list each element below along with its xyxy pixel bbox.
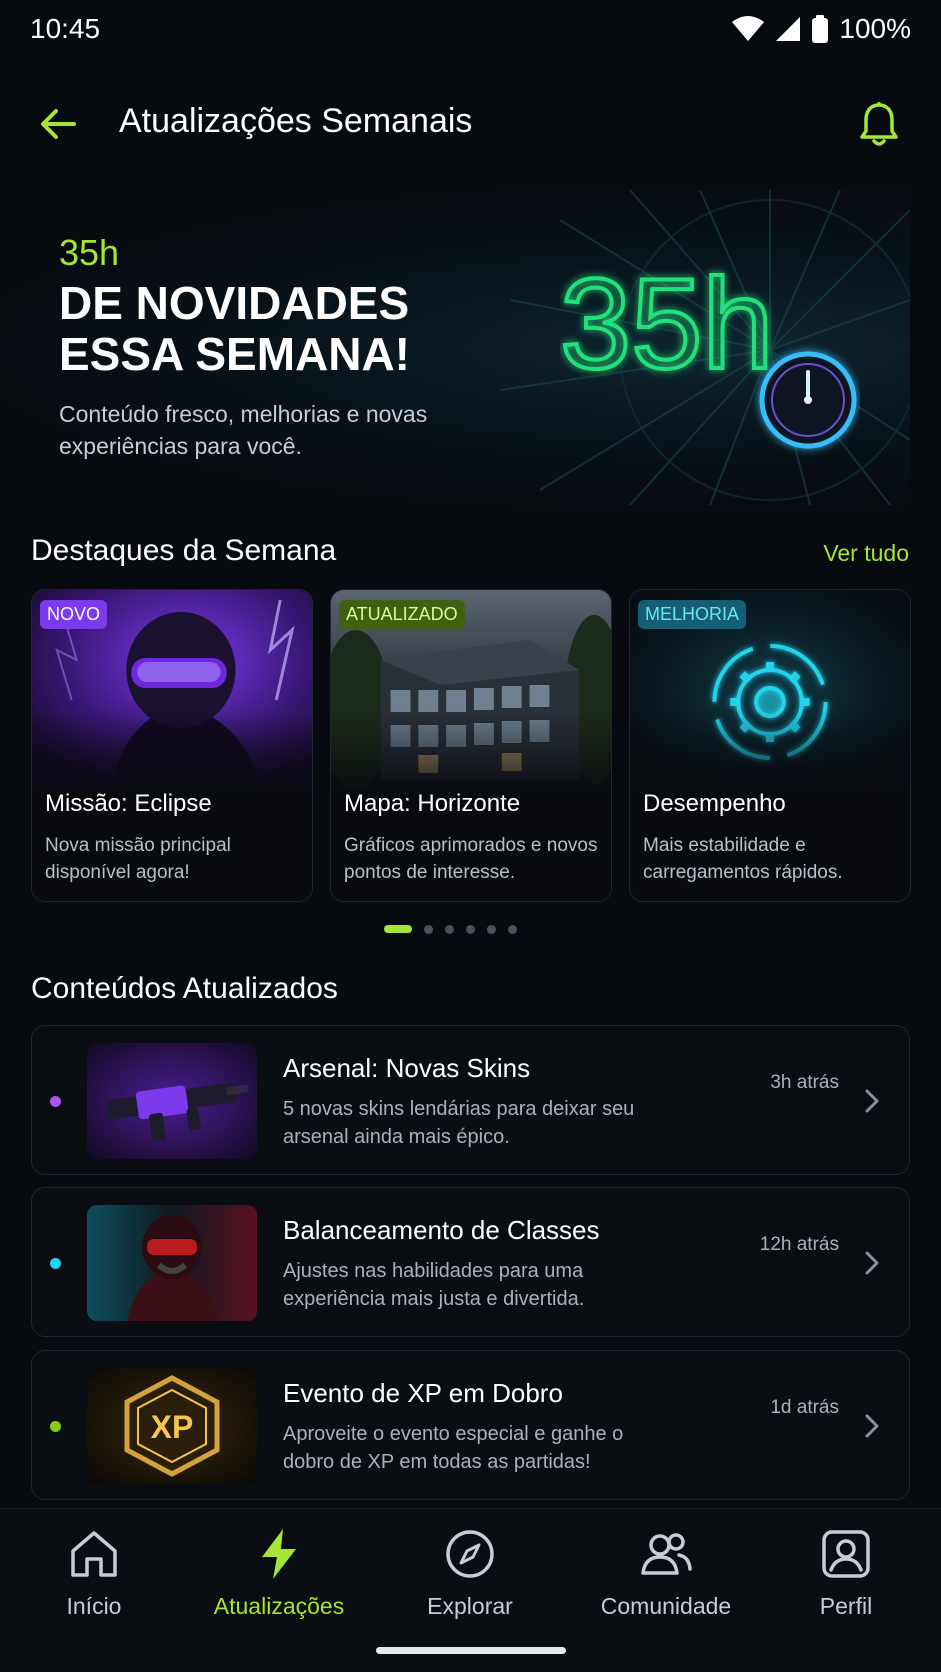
item-description: Aproveite o evento especial e ganhe o do… (283, 1423, 624, 1473)
badge-new: NOVO (40, 600, 108, 629)
app-header: Atualizações Semanais (0, 82, 941, 166)
signal-icon (776, 17, 801, 41)
highlights-carousel: NOVO Missão: Eclipse Nova missão princip… (31, 589, 911, 902)
wifi-icon (732, 16, 765, 41)
hero-title-line2: ESSA SEMANA! (59, 328, 410, 380)
users-icon (641, 1533, 692, 1575)
card-description: Nova missão principal disponível agora! (45, 835, 231, 883)
battery-percent: 100% (839, 13, 911, 44)
list-item[interactable]: Arsenal: Novas Skins 5 novas skins lendá… (31, 1025, 910, 1175)
compass-icon (446, 1530, 494, 1578)
hero-accent-hours: 35h (59, 232, 120, 273)
pagination-dot[interactable] (508, 924, 517, 934)
nav-item-inicio[interactable]: Início (14, 1527, 174, 1620)
nav-item-atualizacoes[interactable]: Atualizações (199, 1527, 359, 1620)
card-description: Mais estabilidade e carregamentos rápido… (643, 835, 843, 883)
status-bar: 10:45 100% (0, 0, 941, 58)
thumb-xp-badge: XP (87, 1368, 257, 1484)
thumb-soldier (87, 1205, 257, 1321)
nav-item-explorar[interactable]: Explorar (390, 1527, 550, 1620)
pagination-dot[interactable] (445, 924, 454, 934)
item-title: Arsenal: Novas Skins (283, 1053, 531, 1083)
hero-title-line1: DE NOVIDADES (59, 277, 410, 329)
nav-label: Comunidade (600, 1593, 732, 1619)
status-icons: 100% (731, 13, 911, 45)
item-time: 3h atrás (770, 1072, 839, 1093)
pagination-dot-active[interactable] (384, 925, 412, 933)
item-title: Evento de XP em Dobro (283, 1378, 563, 1408)
card-title: Mapa: Horizonte (344, 790, 521, 817)
highlight-card[interactable]: ATUALIZADO Mapa: Horizonte Gráficos apri… (330, 589, 612, 902)
chevron-right-icon (865, 1251, 879, 1275)
hero-title: DE NOVIDADES ESSA SEMANA! (59, 278, 479, 380)
neon-hours-text: 35h (560, 253, 774, 396)
nav-label: Atualizações (213, 1593, 345, 1619)
nav-label: Início (66, 1593, 122, 1619)
item-title: Balanceamento de Classes (283, 1215, 600, 1245)
page-title: Atualizações Semanais (119, 102, 473, 140)
nav-item-comunidade[interactable]: Comunidade (586, 1527, 746, 1620)
highlight-card[interactable]: MELHORIA Desempenho Mais estabilidade e … (629, 589, 911, 902)
highlights-title: Destaques da Semana (31, 534, 337, 567)
item-description: Ajustes nas habilidades para uma experiê… (283, 1260, 585, 1310)
updated-content-title: Conteúdos Atualizados (31, 972, 338, 1005)
arrow-left-icon[interactable] (36, 102, 80, 146)
card-title: Desempenho (643, 790, 786, 817)
badge-updated: ATUALIZADO (339, 600, 465, 629)
thumb-weapon-skin (87, 1043, 257, 1159)
hero-description: Conteúdo fresco, melhorias e novas exper… (59, 401, 428, 459)
card-description: Gráficos aprimorados e novos pontos de i… (344, 835, 598, 883)
lightning-icon (262, 1529, 296, 1579)
chevron-right-icon (865, 1089, 879, 1113)
badge-improvement: MELHORIA (638, 600, 747, 629)
bell-icon[interactable] (857, 100, 901, 148)
item-time: 12h atrás (759, 1234, 839, 1255)
profile-icon (822, 1530, 870, 1578)
status-dot (50, 1421, 61, 1432)
nav-label: Perfil (819, 1593, 873, 1619)
nav-label: Explorar (427, 1593, 513, 1619)
item-time: 1d atrás (770, 1397, 839, 1418)
status-dot (50, 1258, 61, 1269)
nav-item-perfil[interactable]: Perfil (766, 1527, 926, 1620)
status-dot (50, 1096, 61, 1107)
home-indicator[interactable] (376, 1647, 566, 1654)
neon-clock-icon (759, 351, 857, 449)
pagination-dot[interactable] (487, 924, 496, 934)
item-description: 5 novas skins lendárias para deixar seu … (283, 1098, 635, 1148)
list-item[interactable]: Balanceamento de Classes Ajustes nas hab… (31, 1187, 910, 1337)
card-title: Missão: Eclipse (45, 790, 212, 817)
home-icon (71, 1531, 117, 1577)
list-item[interactable]: XP Evento de XP em Dobro Aproveite o eve… (31, 1350, 910, 1500)
pagination-dot[interactable] (424, 924, 433, 934)
hero-banner[interactable]: 35h DE NOVIDADES ESSA SEMANA! Conteúdo f… (0, 190, 910, 505)
see-all-link[interactable]: Ver tudo (823, 540, 909, 567)
neon-clock-illustration: 35h (560, 251, 857, 449)
carousel-pagination (384, 924, 517, 934)
highlight-card[interactable]: NOVO Missão: Eclipse Nova missão princip… (31, 589, 313, 902)
pagination-dot[interactable] (466, 924, 475, 934)
battery-icon (812, 15, 829, 43)
status-time: 10:45 (30, 13, 101, 44)
chevron-right-icon (865, 1414, 879, 1438)
xp-badge-text: XP (151, 1409, 194, 1445)
